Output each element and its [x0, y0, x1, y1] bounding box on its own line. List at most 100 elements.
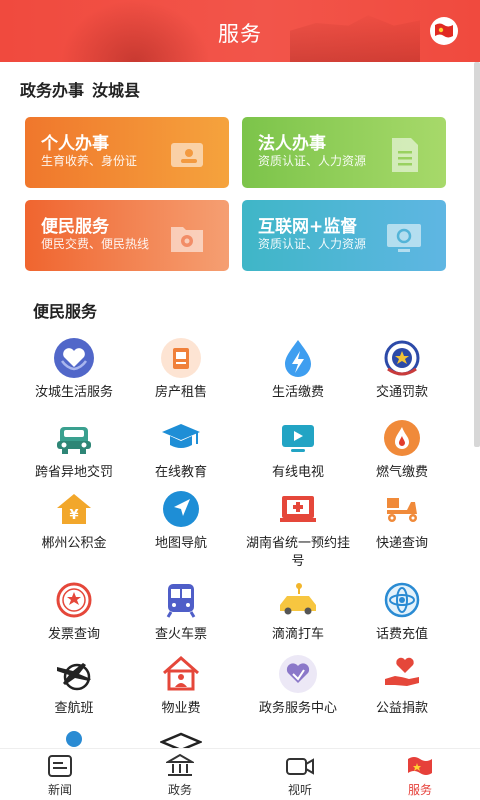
service-item-express[interactable]: 快递查询	[342, 487, 462, 553]
property-house-icon	[159, 652, 203, 696]
flag-icon	[435, 23, 453, 38]
tab-news[interactable]: 新闻	[0, 753, 120, 798]
monitor-icon	[387, 224, 421, 252]
service-item-donation[interactable]: 公益捐款	[342, 652, 462, 718]
lightning-drop-icon	[276, 336, 320, 380]
news-icon	[45, 753, 75, 779]
service-item-flight[interactable]: 查航班	[14, 652, 134, 718]
tab-label: 政务	[167, 783, 192, 797]
service-label: 地图导航	[154, 536, 207, 551]
invoice-seal-icon	[52, 578, 96, 622]
service-item-partial-1[interactable]	[14, 726, 134, 748]
section-title: 便民服务	[33, 302, 98, 321]
service-flag-icon	[405, 753, 435, 779]
phone-charge-icon	[380, 578, 424, 622]
person-icon	[52, 726, 96, 748]
graduation-cap-icon	[159, 726, 203, 748]
top-bar: 服务	[0, 0, 480, 62]
tv-icon	[276, 416, 320, 460]
service-item-gov-center[interactable]: 政务服务中心	[238, 652, 358, 718]
service-item-education[interactable]: 在线教育	[121, 416, 241, 482]
card-title: 便民服务	[41, 217, 109, 237]
donation-heart-icon	[380, 652, 424, 696]
service-label: 查航班	[54, 701, 94, 716]
graduation-cap-icon	[159, 416, 203, 460]
location-label: 政务办事	[20, 81, 85, 100]
service-label: 快递查询	[375, 536, 428, 551]
tab-label: 新闻	[47, 783, 72, 797]
service-label: 生活缴费	[271, 385, 324, 400]
service-label: 发票查询	[47, 627, 100, 642]
svg-text:¥: ¥	[69, 508, 78, 523]
service-label: 汝城生活服务	[34, 385, 113, 400]
page-title: 服务	[218, 22, 262, 46]
service-label: 滴滴打车	[271, 627, 324, 642]
service-label: 在线教育	[154, 465, 207, 480]
service-item-traffic-fine[interactable]: 交通罚款	[342, 336, 462, 402]
service-label: 有线电视	[271, 465, 324, 480]
tab-media[interactable]: 视听	[240, 753, 360, 798]
service-item-gas[interactable]: 燃气缴费	[342, 416, 462, 482]
service-label: 跨省异地交罚	[34, 465, 113, 480]
service-label: 查火车票	[154, 627, 207, 642]
service-label: 物业费	[161, 701, 201, 716]
card-title: 互联网+监督	[258, 217, 358, 237]
service-item-train[interactable]: 查火车票	[121, 578, 241, 644]
tab-label: 视听	[287, 783, 312, 797]
scrollbar[interactable]	[474, 62, 480, 447]
hospital-icon	[276, 487, 320, 531]
internet-supervision-card[interactable]: 互联网+监督 资质认证、人力资源	[242, 200, 446, 271]
service-label: 话费充值	[375, 627, 428, 642]
folder-icon	[171, 227, 203, 252]
convenience-service-card[interactable]: 便民服务 便民交费、便民热线	[25, 200, 229, 271]
service-item-cable-tv[interactable]: 有线电视	[238, 416, 358, 482]
police-badge-icon	[380, 336, 424, 380]
service-item-phone-recharge[interactable]: 话费充值	[342, 578, 462, 644]
service-item-life[interactable]: 汝城生活服务	[14, 336, 134, 402]
navigation-arrow-icon	[159, 487, 203, 531]
service-label: 政务服务中心	[258, 701, 337, 716]
service-label: 郴州公积金	[41, 536, 107, 551]
card-title: 个人办事	[41, 134, 109, 154]
government-icon	[165, 753, 195, 779]
service-item-property-fee[interactable]: 物业费	[121, 652, 241, 718]
county-name[interactable]: 汝城县	[92, 81, 140, 100]
personal-affairs-card[interactable]: 个人办事 生育收养、身份证	[25, 117, 229, 188]
flame-icon	[380, 416, 424, 460]
card-subtitle: 资质认证、人力资源	[258, 237, 367, 251]
house-yuan-icon: ¥	[52, 487, 96, 531]
service-item-partial-2[interactable]	[121, 726, 241, 748]
service-label: 公益捐款	[375, 701, 428, 716]
video-camera-icon	[285, 753, 315, 779]
service-item-utilities[interactable]: 生活缴费	[238, 336, 358, 402]
service-item-didi[interactable]: 滴滴打车	[238, 578, 358, 644]
service-item-map[interactable]: 地图导航	[121, 487, 241, 553]
house-document-icon	[159, 336, 203, 380]
service-center-icon	[276, 652, 320, 696]
service-item-housing-fund[interactable]: ¥ 郴州公积金	[14, 487, 134, 553]
taxi-icon	[276, 578, 320, 622]
card-subtitle: 便民交费、便民热线	[41, 237, 150, 251]
party-flag-button[interactable]	[430, 17, 458, 45]
car-icon	[52, 416, 96, 460]
tab-label: 服务	[407, 783, 432, 797]
service-item-cross-province[interactable]: 跨省异地交罚	[14, 416, 134, 482]
train-icon	[159, 578, 203, 622]
service-item-hospital-appointment[interactable]: 湖南省统一预约挂号	[238, 487, 358, 571]
delivery-scooter-icon	[380, 487, 424, 531]
document-icon	[392, 138, 418, 172]
id-card-icon	[171, 143, 203, 167]
card-subtitle: 生育收养、身份证	[41, 154, 138, 168]
legal-entity-card[interactable]: 法人办事 资质认证、人力资源	[242, 117, 446, 188]
tab-service[interactable]: 服务	[360, 753, 480, 798]
service-item-invoice[interactable]: 发票查询	[14, 578, 134, 644]
service-item-housing[interactable]: 房产租售	[121, 336, 241, 402]
airplane-globe-icon	[52, 652, 96, 696]
service-label: 燃气缴费	[375, 465, 428, 480]
bottom-tab-bar: 新闻 政务 视听 服务	[0, 748, 480, 800]
card-title: 法人办事	[258, 134, 326, 154]
service-label: 交通罚款	[375, 385, 428, 400]
tab-government[interactable]: 政务	[120, 753, 240, 798]
location-header: 政务办事 汝城县	[20, 77, 140, 101]
card-subtitle: 资质认证、人力资源	[258, 154, 367, 168]
